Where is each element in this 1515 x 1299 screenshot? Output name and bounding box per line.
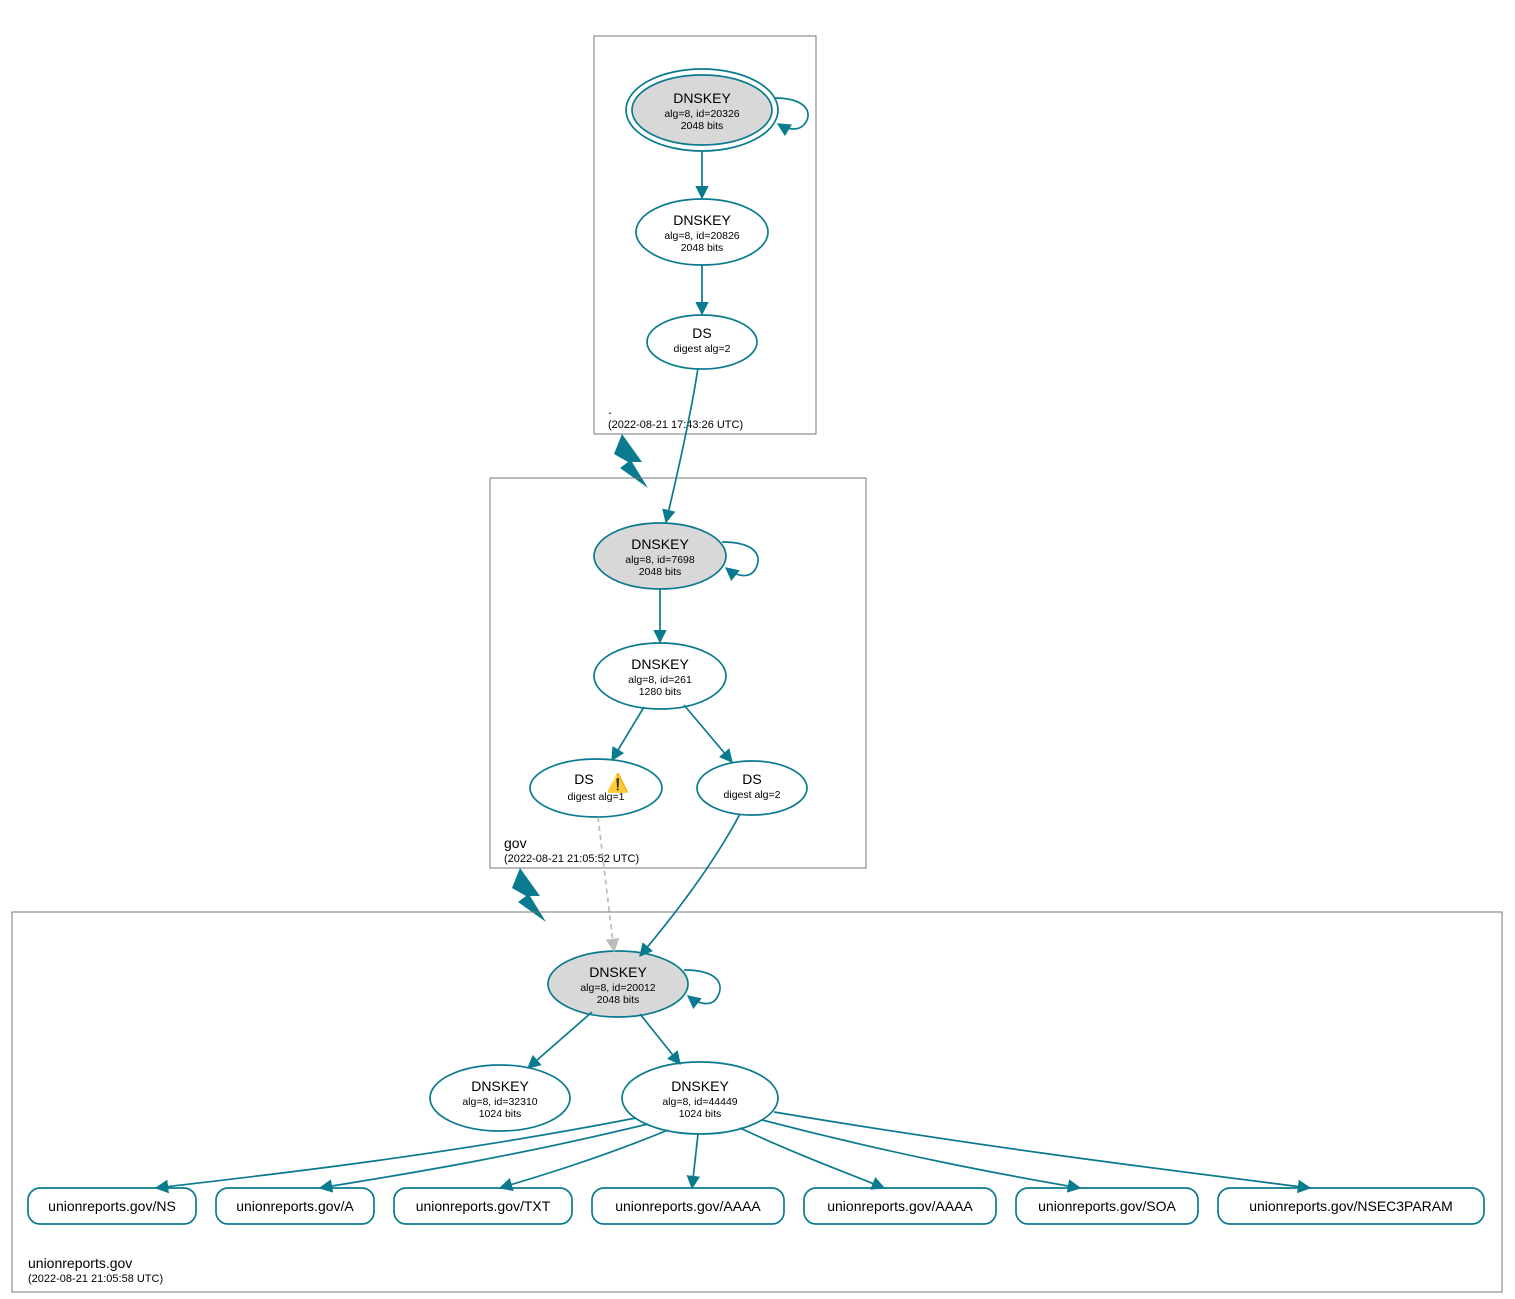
svg-text:alg=8, id=20826: alg=8, id=20826 bbox=[664, 230, 739, 242]
svg-text:unionreports.gov/AAAA: unionreports.gov/AAAA bbox=[615, 1198, 761, 1214]
rrset-aaaa-1: unionreports.gov/AAAA bbox=[592, 1188, 784, 1224]
svg-text:unionreports.gov/SOA: unionreports.gov/SOA bbox=[1038, 1198, 1176, 1214]
edge-gov-ksk-self bbox=[722, 542, 758, 576]
svg-text:DNSKEY: DNSKEY bbox=[671, 1078, 729, 1094]
svg-text:unionreports.gov/TXT: unionreports.gov/TXT bbox=[416, 1198, 551, 1214]
delegation-arrow-root-gov bbox=[614, 434, 648, 488]
svg-text:alg=8, id=32310: alg=8, id=32310 bbox=[462, 1096, 537, 1108]
warning-icon: ⚠️ bbox=[607, 772, 629, 793]
svg-text:1024 bits: 1024 bits bbox=[679, 1108, 722, 1120]
rrset-soa: unionreports.gov/SOA bbox=[1016, 1188, 1198, 1224]
node-gov-ksk: DNSKEY alg=8, id=7698 2048 bits bbox=[594, 523, 726, 589]
edge-domain-ksk-zsk1 bbox=[528, 1012, 592, 1068]
edge-govds1-domainksk bbox=[598, 817, 614, 951]
edge-zsk2-ns bbox=[156, 1118, 636, 1188]
svg-text:digest alg=2: digest alg=2 bbox=[724, 789, 781, 801]
svg-text:2048 bits: 2048 bits bbox=[681, 120, 724, 132]
svg-text:digest alg=2: digest alg=2 bbox=[674, 343, 731, 355]
svg-text:alg=8, id=44449: alg=8, id=44449 bbox=[662, 1096, 737, 1108]
svg-text:2048 bits: 2048 bits bbox=[597, 994, 640, 1006]
edge-gov-zsk-ds1 bbox=[612, 707, 644, 760]
zone-gov: gov (2022-08-21 21:05:52 UTC) DNSKEY alg… bbox=[490, 368, 866, 868]
edge-zsk2-aaaa1 bbox=[692, 1134, 698, 1188]
zone-root: . (2022-08-21 17:43:26 UTC) DNSKEY alg=8… bbox=[594, 36, 816, 434]
svg-text:alg=8, id=7698: alg=8, id=7698 bbox=[625, 554, 695, 566]
svg-text:alg=8, id=261: alg=8, id=261 bbox=[628, 674, 692, 686]
svg-text:1024 bits: 1024 bits bbox=[479, 1108, 522, 1120]
edge-domain-ksk-zsk2 bbox=[640, 1014, 680, 1064]
svg-text:alg=8, id=20012: alg=8, id=20012 bbox=[580, 982, 655, 994]
svg-text:DNSKEY: DNSKEY bbox=[631, 536, 689, 552]
zone-domain-timestamp: (2022-08-21 21:05:58 UTC) bbox=[28, 1273, 163, 1285]
svg-text:unionreports.gov/NSEC3PARAM: unionreports.gov/NSEC3PARAM bbox=[1249, 1198, 1453, 1214]
edge-govds2-domainksk bbox=[640, 814, 740, 956]
edge-zsk2-aaaa2 bbox=[740, 1128, 884, 1188]
svg-text:DNSKEY: DNSKEY bbox=[471, 1078, 529, 1094]
svg-text:DS: DS bbox=[692, 325, 711, 341]
svg-text:2048 bits: 2048 bits bbox=[681, 242, 724, 254]
node-domain-ksk: DNSKEY alg=8, id=20012 2048 bits bbox=[548, 951, 688, 1017]
node-root-ksk: DNSKEY alg=8, id=20326 2048 bits bbox=[626, 69, 778, 151]
svg-text:unionreports.gov/A: unionreports.gov/A bbox=[236, 1198, 354, 1214]
zone-gov-name: gov bbox=[504, 835, 527, 851]
zone-domain: unionreports.gov (2022-08-21 21:05:58 UT… bbox=[12, 814, 1502, 1292]
rrset-aaaa-2: unionreports.gov/AAAA bbox=[804, 1188, 996, 1224]
node-gov-ds1: DS ⚠️ digest alg=1 bbox=[530, 759, 662, 817]
svg-text:unionreports.gov/NS: unionreports.gov/NS bbox=[48, 1198, 176, 1214]
dnssec-diagram: . (2022-08-21 17:43:26 UTC) DNSKEY alg=8… bbox=[0, 0, 1515, 1299]
svg-text:DNSKEY: DNSKEY bbox=[589, 964, 647, 980]
svg-text:alg=8, id=20326: alg=8, id=20326 bbox=[664, 108, 739, 120]
svg-text:DS: DS bbox=[574, 771, 593, 787]
svg-text:DNSKEY: DNSKEY bbox=[673, 90, 731, 106]
svg-text:DNSKEY: DNSKEY bbox=[631, 656, 689, 672]
rrset-nsec3param: unionreports.gov/NSEC3PARAM bbox=[1218, 1188, 1484, 1224]
svg-text:2048 bits: 2048 bits bbox=[639, 566, 682, 578]
svg-text:1280 bits: 1280 bits bbox=[639, 686, 682, 698]
node-domain-zsk1: DNSKEY alg=8, id=32310 1024 bits bbox=[430, 1065, 570, 1131]
zone-gov-timestamp: (2022-08-21 21:05:52 UTC) bbox=[504, 853, 639, 865]
edge-domain-ksk-self bbox=[684, 970, 720, 1004]
edge-gov-zsk-ds2 bbox=[684, 705, 732, 762]
svg-text:unionreports.gov/AAAA: unionreports.gov/AAAA bbox=[827, 1198, 973, 1214]
delegation-arrow-gov-domain bbox=[512, 868, 546, 922]
edge-root-ksk-self bbox=[774, 98, 808, 129]
node-domain-zsk2: DNSKEY alg=8, id=44449 1024 bits bbox=[622, 1062, 778, 1134]
svg-text:DNSKEY: DNSKEY bbox=[673, 212, 731, 228]
zone-domain-name: unionreports.gov bbox=[28, 1255, 132, 1271]
node-gov-ds2: DS digest alg=2 bbox=[697, 761, 807, 815]
svg-text:digest alg=1: digest alg=1 bbox=[568, 791, 625, 803]
node-root-ds: DS digest alg=2 bbox=[647, 315, 757, 369]
node-gov-zsk: DNSKEY alg=8, id=261 1280 bits bbox=[594, 643, 726, 709]
node-root-zsk: DNSKEY alg=8, id=20826 2048 bits bbox=[636, 199, 768, 265]
zone-root-name: . bbox=[608, 401, 612, 417]
edge-rootds-govksk bbox=[666, 368, 698, 522]
rrset-a: unionreports.gov/A bbox=[216, 1188, 374, 1224]
svg-text:DS: DS bbox=[742, 771, 761, 787]
zone-root-timestamp: (2022-08-21 17:43:26 UTC) bbox=[608, 419, 743, 431]
edge-zsk2-soa bbox=[762, 1120, 1080, 1188]
rrset-ns: unionreports.gov/NS bbox=[28, 1188, 196, 1224]
rrset-txt: unionreports.gov/TXT bbox=[394, 1188, 572, 1224]
